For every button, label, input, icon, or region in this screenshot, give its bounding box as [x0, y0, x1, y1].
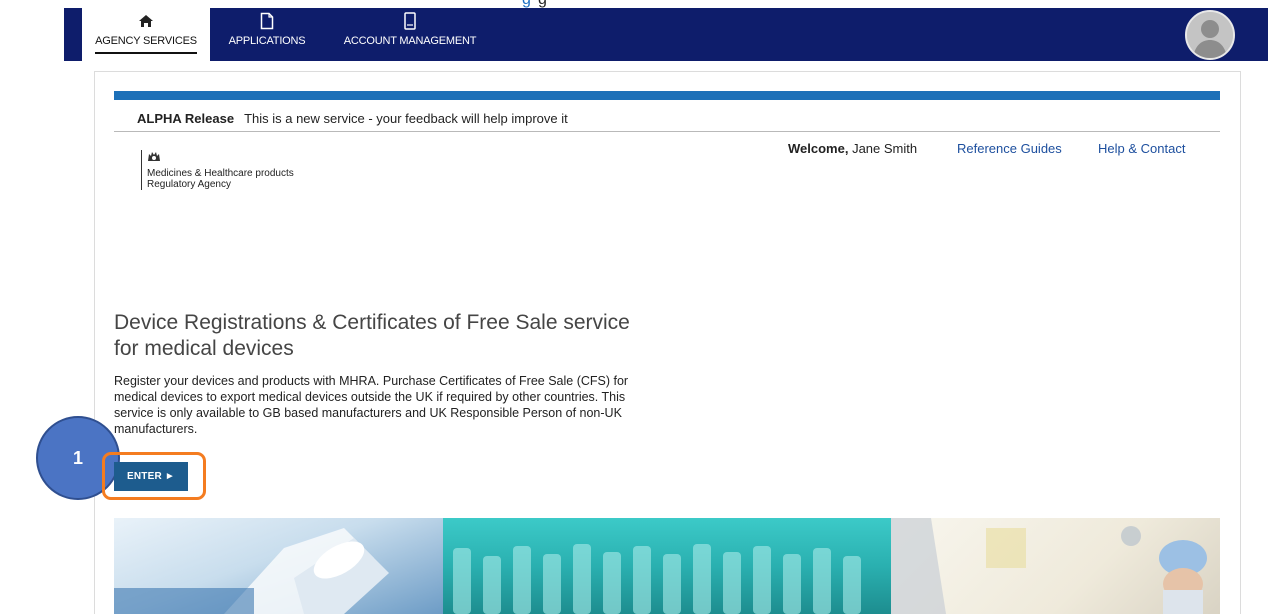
enter-button[interactable]: ENTER ► — [114, 462, 188, 491]
top-navigation-bar: AGENCY SERVICES APPLICATIONS ACCOUNT MAN… — [64, 8, 1268, 61]
tab-account-management[interactable]: ACCOUNT MANAGEMENT — [329, 8, 491, 61]
hero-image-vials — [443, 518, 891, 614]
royal-crest-icon — [147, 150, 294, 165]
org-name-line2: Regulatory Agency — [147, 179, 231, 190]
page: g g AGENCY SERVICES APPLICATIONS ACCOUNT… — [0, 0, 1268, 614]
tab-label: AGENCY SERVICES — [95, 35, 197, 54]
phase-text: This is a new service - your feedback wi… — [244, 111, 568, 126]
tab-agency-services[interactable]: AGENCY SERVICES — [82, 8, 210, 61]
service-description: Register your devices and products with … — [114, 374, 629, 436]
document-icon — [260, 10, 274, 32]
user-name: Jane Smith — [852, 141, 918, 156]
phase-banner-bar — [114, 91, 1220, 100]
tab-label: ACCOUNT MANAGEMENT — [343, 35, 477, 47]
reference-guides-link[interactable]: Reference Guides — [957, 141, 1062, 156]
welcome-label: Welcome, — [788, 141, 849, 156]
phase-banner: ALPHA Release This is a new service - you… — [114, 111, 1220, 132]
tablet-icon — [404, 10, 416, 32]
mhra-logo[interactable]: Medicines & Healthcare products Regulato… — [141, 150, 294, 190]
tab-applications[interactable]: APPLICATIONS — [217, 8, 317, 61]
phase-tag: ALPHA Release — [137, 111, 235, 126]
page-title: Device Registrations & Certificates of F… — [114, 311, 630, 360]
user-avatar-icon — [1187, 12, 1233, 58]
org-name-line1: Medicines & Healthcare products — [147, 168, 294, 179]
hero-image-microscope — [114, 518, 443, 614]
home-icon — [138, 10, 154, 32]
welcome-message: Welcome, Jane Smith — [788, 141, 917, 156]
hero-image-strip — [114, 518, 1220, 614]
hero-image-lab-worker — [891, 518, 1220, 614]
help-contact-link[interactable]: Help & Contact — [1098, 141, 1185, 156]
content-divider — [94, 71, 1241, 72]
user-avatar[interactable] — [1185, 10, 1235, 60]
tab-label: APPLICATIONS — [228, 35, 306, 47]
cropped-header-text: g g — [0, 0, 1268, 8]
